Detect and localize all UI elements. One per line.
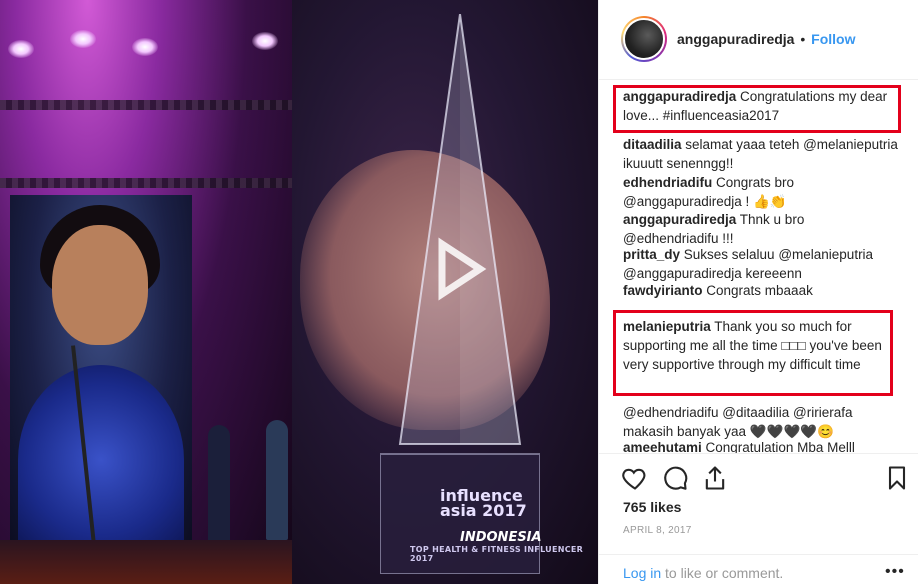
comment-username[interactable]: ameehutami <box>623 440 702 453</box>
stage-truss <box>0 178 292 188</box>
award-logo: influence asia 2017 <box>440 486 527 520</box>
stage-truss <box>0 100 292 110</box>
bookmark-icon[interactable] <box>883 464 911 492</box>
more-options-icon[interactable]: ••• <box>885 563 905 581</box>
caption-highlight-box <box>613 85 901 133</box>
separator: • <box>800 31 806 47</box>
comment-username[interactable]: fawdyirianto <box>623 283 703 298</box>
stage-screen <box>10 195 192 555</box>
comment-icon[interactable] <box>661 464 689 492</box>
reply-highlight-box <box>613 310 893 396</box>
login-prompt: Log in to like or comment. <box>623 565 783 581</box>
award-country: INDONESIA <box>460 530 542 545</box>
post-date[interactable]: APRIL 8, 2017 <box>623 525 692 536</box>
post-header: anggapuradiredja • Follow <box>599 0 918 80</box>
comment-item: ditaadilia selamat yaaa teteh @melaniepu… <box>623 135 903 173</box>
comment-text: Congrats mbaaak <box>702 283 813 298</box>
avatar[interactable] <box>621 16 667 62</box>
username-link[interactable]: anggapuradiredja <box>677 31 794 47</box>
comment-username[interactable]: pritta_dy <box>623 247 680 262</box>
login-row: Log in to like or comment. ••• <box>599 554 918 584</box>
login-link[interactable]: Log in <box>623 565 661 581</box>
comment-text: @edhendriadifu @ditaadilia @ririerafa ma… <box>623 405 853 439</box>
comment-username[interactable]: anggapuradiredja <box>623 212 736 227</box>
post-actions: 765 likes APRIL 8, 2017 Log in to like o… <box>599 453 918 584</box>
login-prompt-text: to like or comment. <box>661 565 784 581</box>
comment-item: pritta_dy Sukses selaluu @melanieputria … <box>623 245 903 283</box>
stage-photo-panel <box>0 0 292 584</box>
comment-item: anggapuradiredja Thnk u bro @edhendriadi… <box>623 210 903 248</box>
comment-item: edhendriadifu Congrats bro @anggapuradir… <box>623 173 903 211</box>
heart-icon[interactable] <box>621 464 649 492</box>
stage-lights <box>0 0 292 170</box>
award-category: TOP HEALTH & FITNESS INFLUENCER 2017 <box>410 545 584 563</box>
post-sidebar: anggapuradiredja • Follow anggapuradired… <box>598 0 918 584</box>
stage-person <box>208 425 230 545</box>
follow-button[interactable]: Follow <box>811 31 855 47</box>
comment-username[interactable]: ditaadilia <box>623 137 682 152</box>
likes-count[interactable]: 765 likes <box>623 499 681 515</box>
comment-item: fawdyirianto Congrats mbaaak <box>623 281 903 300</box>
comment-text: Congratulation Mba Melll <box>701 440 855 453</box>
comment-item: ameehutami Congratulation Mba Melll <box>623 438 903 453</box>
header-username-row: anggapuradiredja • Follow <box>677 31 855 47</box>
stage-person <box>266 420 288 540</box>
stage-floor <box>0 540 292 584</box>
comment-username[interactable]: edhendriadifu <box>623 175 712 190</box>
comment-item: @edhendriadifu @ditaadilia @ririerafa ma… <box>623 403 903 441</box>
comments-list[interactable]: anggapuradiredja Congratulations my dear… <box>599 81 918 453</box>
post-photo[interactable]: influence asia 2017 INDONESIA TOP HEALTH… <box>0 0 598 584</box>
share-icon[interactable] <box>701 464 729 492</box>
